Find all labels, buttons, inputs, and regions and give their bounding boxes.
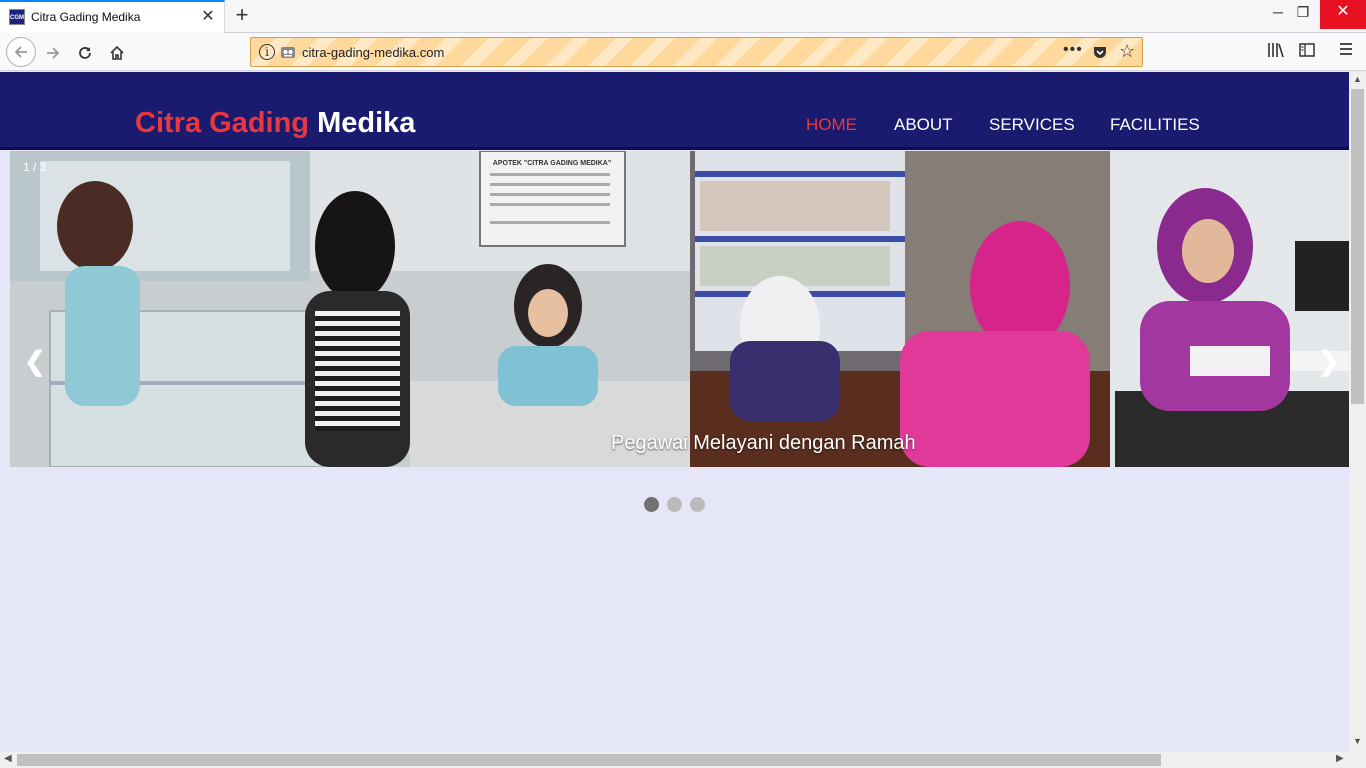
home-icon[interactable]	[104, 40, 130, 66]
window-close-icon[interactable]: ✕	[1320, 0, 1366, 29]
slide-image: APOTEK "CITRA GADING MEDIKA"	[10, 151, 1349, 467]
url-text: citra-gading-medika.com	[302, 45, 445, 60]
page-actions-icon[interactable]: •••	[1063, 41, 1083, 59]
horizontal-scroll-thumb[interactable]	[17, 754, 1161, 766]
nav-facilities[interactable]: FACILITIES	[1110, 115, 1200, 135]
scrollbar-corner	[1349, 752, 1366, 768]
slider-prev-icon[interactable]: ❮	[24, 346, 46, 377]
scroll-right-icon[interactable]: ▶	[1336, 753, 1344, 764]
back-icon[interactable]	[6, 37, 36, 67]
slider-next-icon[interactable]: ❯	[1318, 346, 1340, 377]
browser-tab[interactable]: CGM Citra Gading Medika ✕	[0, 0, 225, 33]
site-header: Citra Gading Medika HOME ABOUT SERVICES …	[0, 72, 1349, 150]
info-icon[interactable]: i	[259, 44, 275, 60]
vertical-scrollbar[interactable]: ▲ ▼	[1349, 72, 1366, 752]
page-viewport: Citra Gading Medika HOME ABOUT SERVICES …	[0, 72, 1349, 752]
scroll-up-icon[interactable]: ▲	[1353, 74, 1362, 84]
scroll-left-icon[interactable]: ◀	[4, 753, 12, 764]
nav-home[interactable]: HOME	[806, 115, 857, 135]
nav-about[interactable]: ABOUT	[894, 115, 953, 135]
nav-services[interactable]: SERVICES	[989, 115, 1075, 135]
reload-icon[interactable]	[72, 40, 98, 66]
tab-close-icon[interactable]: ✕	[200, 9, 216, 25]
favicon-icon: CGM	[9, 9, 25, 25]
brand-name-part2: Medika	[317, 107, 416, 139]
bookmark-star-icon[interactable]: ☆	[1119, 41, 1135, 62]
image-slider: APOTEK "CITRA GADING MEDIKA" 1 / 3 ❮ ❯ P…	[10, 151, 1349, 467]
browser-toolbar: i citra-gading-medika.com ••• ☆	[0, 33, 1366, 71]
slide-counter: 1 / 3	[23, 160, 47, 174]
tracking-protection-icon[interactable]	[279, 43, 297, 61]
brand-name-part1: Citra Gading	[135, 107, 310, 139]
browser-tab-bar: CGM Citra Gading Medika ✕ + ─ ❐ ✕	[0, 0, 1366, 33]
address-bar[interactable]: i citra-gading-medika.com ••• ☆	[250, 37, 1143, 67]
new-tab-icon[interactable]: +	[231, 4, 253, 27]
slider-dots	[644, 497, 705, 512]
forward-icon[interactable]	[40, 40, 66, 66]
library-icon[interactable]	[1267, 42, 1285, 63]
pocket-icon[interactable]	[1092, 44, 1108, 60]
slider-dot-1[interactable]	[644, 497, 659, 512]
vertical-scroll-thumb[interactable]	[1351, 89, 1364, 404]
sidebar-icon[interactable]	[1299, 42, 1315, 63]
slider-dot-2[interactable]	[667, 497, 682, 512]
slider-dot-3[interactable]	[690, 497, 705, 512]
pharmacy-sign-text: APOTEK "CITRA GADING MEDIKA"	[493, 160, 611, 167]
scroll-down-icon[interactable]: ▼	[1353, 736, 1362, 746]
tab-title: Citra Gading Medika	[31, 10, 141, 24]
site-logo[interactable]: Citra Gading Medika	[135, 107, 415, 140]
hamburger-menu-icon[interactable]	[1339, 42, 1353, 61]
slide-caption: Pegawai Melayani dengan Ramah	[611, 432, 916, 454]
horizontal-scrollbar[interactable]: ◀ ▶	[0, 752, 1349, 768]
